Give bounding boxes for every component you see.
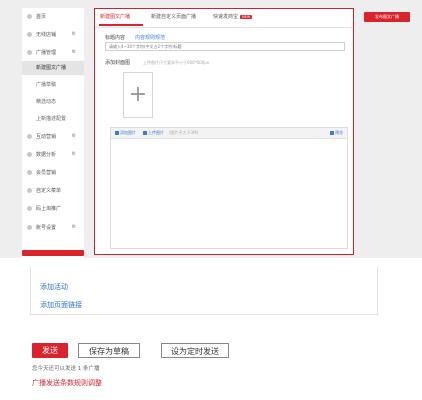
sidebar-item-home[interactable]: 首页: [22, 10, 84, 24]
sidebar-item-broadcast-manage[interactable]: 广播管理 ⚙: [22, 46, 84, 60]
upload-size-hint: (图片不大于3M): [169, 130, 199, 135]
sidebar-item-label: 广播管理: [36, 50, 57, 56]
publish-image-broadcast-button[interactable]: 发布图文广播: [364, 12, 410, 22]
broadcast-rules-link[interactable]: 广播发送条数规则调整: [32, 378, 102, 388]
upload-icon: [143, 130, 147, 135]
active-tab-indicator: [99, 24, 143, 26]
interaction-icon: [27, 134, 32, 139]
add-activity-link[interactable]: 添加活动: [40, 282, 68, 292]
gear-icon[interactable]: ⚙: [72, 49, 76, 55]
gear-icon[interactable]: ⚙: [72, 224, 76, 230]
tab-label: 快速发商宝: [213, 14, 239, 20]
tab-new-custom-page-broadcast[interactable]: 新建自定义页面广播: [151, 13, 196, 20]
chart-icon: [27, 152, 32, 157]
sidebar-item-qr-promotion[interactable]: 码上淘推广: [22, 202, 84, 216]
sidebar-item-label: 码上淘推广: [36, 206, 62, 212]
gear-icon[interactable]: ⚙: [72, 133, 76, 139]
sidebar-item-account-settings[interactable]: 账号设置 ⚙: [22, 221, 84, 235]
upload-image-label: 上传图片: [148, 130, 164, 135]
save-draft-button[interactable]: 保存为草稿: [78, 343, 140, 358]
sidebar-item-featured-feed[interactable]: 精选动态: [22, 95, 84, 109]
sidebar-item-data-analysis[interactable]: 数据分析 ⚙: [22, 148, 84, 162]
sidebar-item-label: 上新描述配置: [36, 116, 67, 122]
plus-icon: +: [128, 82, 148, 107]
tab-new-image-broadcast[interactable]: 新建图文广播: [100, 13, 130, 20]
eye-icon: [330, 130, 334, 135]
tab-quick-post[interactable]: 快速发商宝 NEW: [213, 13, 253, 20]
schedule-send-button[interactable]: 设为定时发送: [161, 343, 229, 358]
home-icon: [27, 14, 32, 19]
sidebar-item-label: 首页: [36, 14, 47, 20]
daily-quota-text: 您今天还可以发送 1 条广播: [32, 366, 100, 372]
account-icon: [27, 225, 32, 230]
add-page-link-link[interactable]: 添加页面链接: [40, 300, 82, 310]
title-input[interactable]: [105, 42, 345, 51]
sidebar-item-label: 互动营销: [36, 134, 57, 140]
member-icon: [27, 170, 32, 175]
sidebar: 首页 无线店铺 ⚙ 广播管理 ⚙ 新建图文广播 广播草稿 精选动态 上新描述配置…: [22, 8, 84, 258]
title-label: 标题内容: [105, 35, 126, 41]
add-image-label: 添加图片: [120, 130, 136, 135]
sidebar-item-label: 会员营销: [36, 170, 57, 176]
sidebar-item-label: 无线店铺: [36, 32, 57, 38]
cover-label: 添加封面图: [105, 60, 131, 66]
preview-label: 预览: [335, 130, 343, 135]
sidebar-item-new-image-broadcast[interactable]: 新建图文广播: [22, 61, 84, 75]
gear-icon[interactable]: ⚙: [72, 31, 76, 37]
sidebar-item-label: 账号设置: [36, 225, 57, 231]
qr-icon: [27, 206, 32, 211]
sidebar-item-new-arrival-config[interactable]: 上新描述配置: [22, 112, 84, 126]
sidebar-accent-bar: [22, 250, 84, 256]
content-rules-link[interactable]: 内容规则规范: [135, 34, 165, 41]
send-button[interactable]: 发送: [32, 343, 68, 358]
upload-image-button[interactable]: 上传图片: [143, 130, 164, 136]
store-icon: [27, 32, 32, 37]
sidebar-item-member-marketing[interactable]: 会员营销: [22, 166, 84, 180]
sidebar-item-label: 数据分析: [36, 152, 57, 158]
sidebar-item-broadcast-drafts[interactable]: 广播草稿: [22, 78, 84, 92]
sidebar-item-label: 广播草稿: [36, 82, 57, 88]
menu-icon: [27, 188, 32, 193]
attachment-panel: [30, 267, 378, 315]
new-badge: NEW: [240, 15, 253, 19]
tab-bar: 新建图文广播 新建自定义页面广播 快速发商宝 NEW: [95, 9, 353, 28]
sidebar-item-mobile-store[interactable]: 无线店铺 ⚙: [22, 28, 84, 42]
cover-upload-box[interactable]: +: [123, 72, 153, 118]
preview-button[interactable]: 预览: [330, 130, 343, 136]
image-icon: [115, 130, 119, 135]
broadcast-editor-card: 新建图文广播 新建自定义页面广播 快速发商宝NEW 标题内容 内容规则规范 添加…: [94, 8, 354, 255]
sidebar-item-interactive-marketing[interactable]: 互动营销 ⚙: [22, 130, 84, 144]
sidebar-item-label: 自定义菜单: [36, 188, 62, 194]
add-image-button[interactable]: 添加图片: [115, 130, 136, 136]
editor-toolbar: 添加图片 上传图片 (图片不大于3M) 预览: [111, 128, 347, 139]
sidebar-item-label: 新建图文广播: [36, 65, 67, 71]
sidebar-item-custom-menu[interactable]: 自定义菜单: [22, 184, 84, 198]
broadcast-icon: [27, 50, 32, 55]
sidebar-item-label: 精选动态: [36, 99, 57, 105]
gear-icon[interactable]: ⚙: [72, 151, 76, 157]
content-editor[interactable]: 添加图片 上传图片 (图片不大于3M) 预览: [110, 127, 348, 249]
cover-size-hint: 上传图片尺寸要求不小于600*600px: [143, 60, 210, 65]
